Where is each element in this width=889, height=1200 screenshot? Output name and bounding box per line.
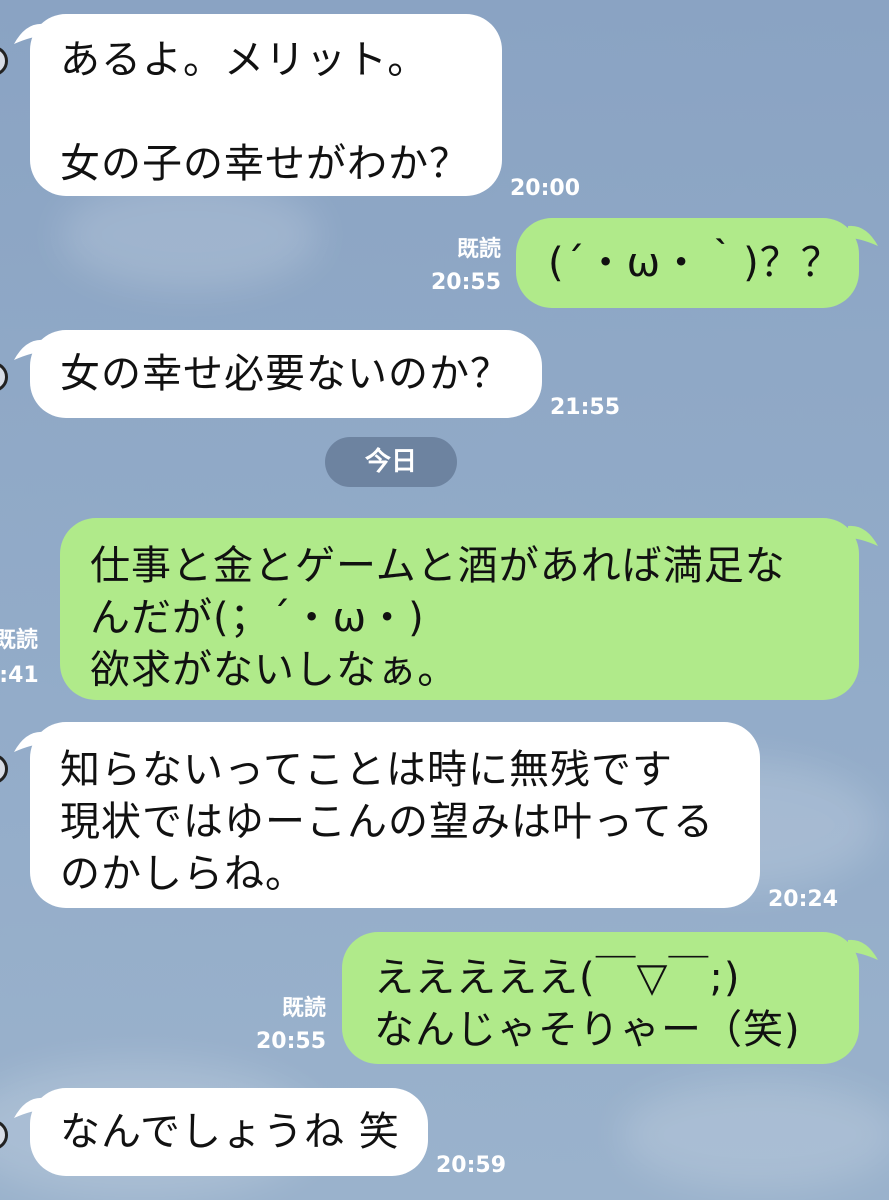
bubble-tail	[848, 225, 878, 246]
message-time: 20:55	[255, 1029, 326, 1054]
message-time: 20:59	[436, 1153, 507, 1178]
read-receipt: 既読	[456, 237, 501, 262]
message-bubble-outgoing[interactable]: 仕事と金とゲームと酒があれば満足な んだが(；´・ω・) 欲求がないしなぁ。	[60, 518, 859, 700]
message-time: 20:24	[768, 887, 839, 912]
message-bubble-incoming[interactable]: 女の幸せ必要ないのか？	[30, 330, 542, 418]
message-bubble-outgoing[interactable]: えええええ(￣▽￣;) なんじゃそりゃー（笑)	[342, 932, 859, 1064]
message-bubble-outgoing[interactable]: (´・ω・｀)？？	[516, 218, 859, 308]
message-time: 21:55	[550, 395, 621, 420]
sender-avatar[interactable]	[0, 754, 8, 784]
background-cloud	[620, 1080, 889, 1190]
sender-avatar[interactable]	[0, 46, 8, 76]
bubble-tail	[848, 525, 878, 546]
message-time: 20:00	[510, 176, 581, 201]
date-divider: 今日	[325, 437, 457, 487]
sender-avatar[interactable]	[0, 362, 8, 392]
message-bubble-incoming[interactable]: なんでしょうね 笑	[30, 1088, 428, 1176]
background-cloud	[60, 180, 320, 290]
message-time: 0:41	[0, 663, 39, 688]
read-receipt: 既読	[281, 996, 326, 1021]
read-receipt: 既読	[0, 628, 39, 653]
message-time: 20:55	[430, 270, 501, 295]
message-bubble-incoming[interactable]: あるよ。メリット。 女の子の幸せがわか？	[30, 14, 502, 196]
bubble-tail	[848, 939, 878, 960]
message-bubble-incoming[interactable]: 知らないってことは時に無残です 現状ではゆーこんの望みは叶ってる のかしらね。	[30, 722, 760, 908]
